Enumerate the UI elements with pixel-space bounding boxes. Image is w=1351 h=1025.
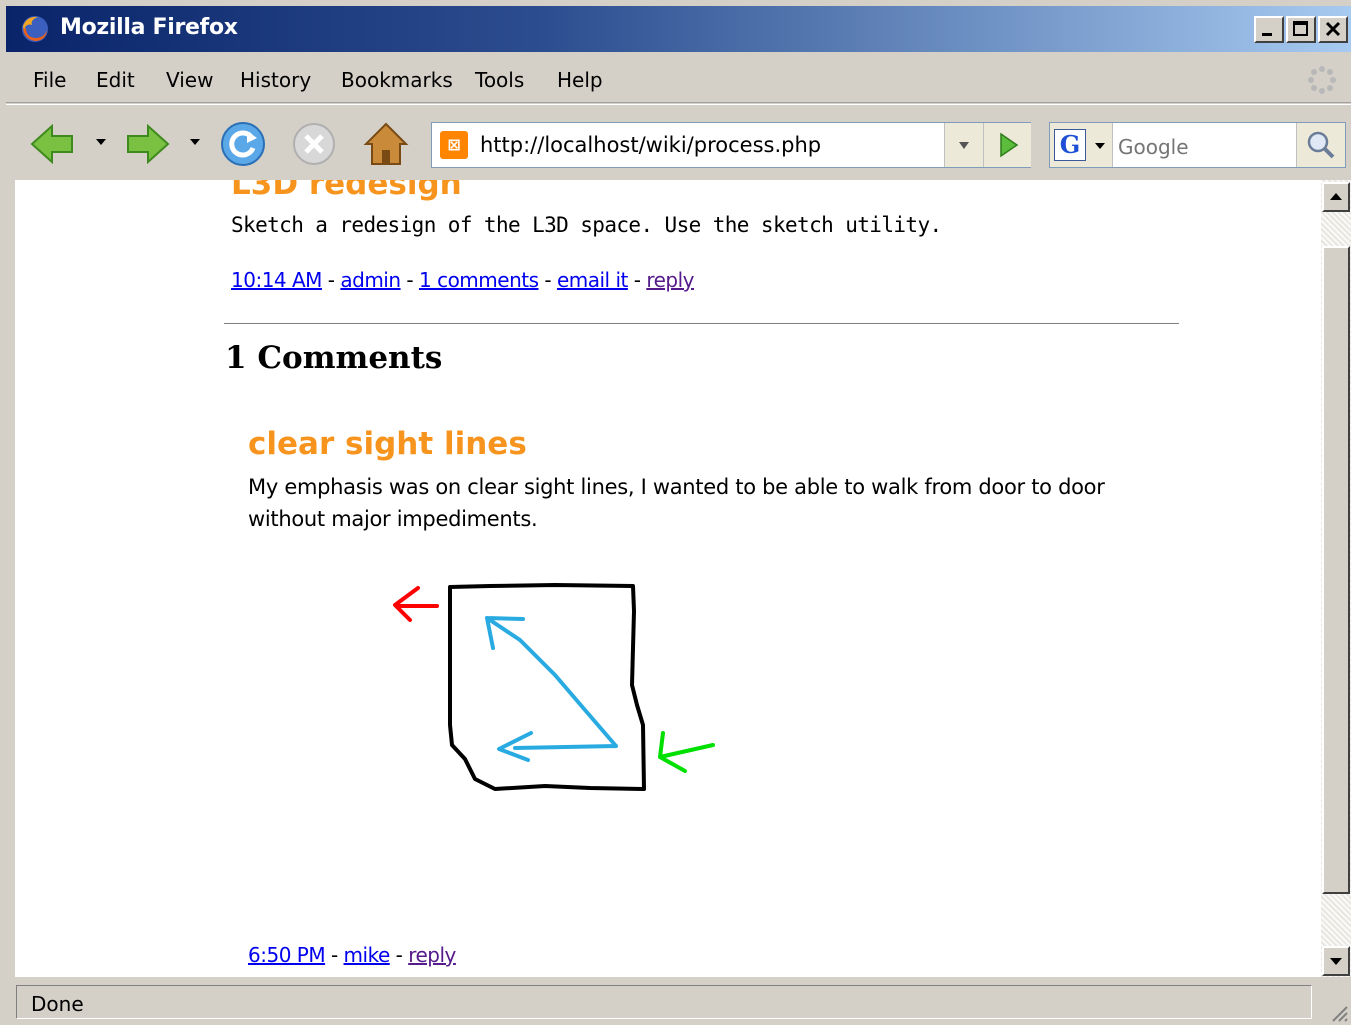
dropdown-arrow-icon (959, 142, 969, 149)
address-bar[interactable]: ⊠ http://localhost/wiki/process.php (431, 122, 1031, 168)
back-arrow-icon (30, 123, 73, 165)
menu-bar: File Edit View History Bookmarks Tools H… (6, 55, 1351, 103)
search-box[interactable]: G (1049, 122, 1346, 168)
post-title: L3D redesign (231, 180, 462, 202)
menu-edit[interactable]: Edit (96, 68, 135, 92)
close-icon (1325, 21, 1341, 37)
stop-button[interactable] (288, 118, 340, 170)
status-bar: Done (6, 980, 1351, 1025)
post-meta: 10:14 AM - admin - 1 comments - email it… (231, 268, 694, 292)
maximize-button[interactable] (1286, 16, 1316, 43)
go-arrow-icon (1000, 132, 1019, 158)
post-comments-link[interactable]: 1 comments (419, 268, 539, 292)
scroll-up-button[interactable] (1322, 182, 1350, 212)
menu-tools[interactable]: Tools (475, 68, 524, 92)
meta-separator: - (406, 268, 414, 292)
go-button[interactable] (983, 123, 1031, 167)
comment-meta: 6:50 PM - mike - reply (248, 943, 456, 967)
post-author-link[interactable]: admin (340, 268, 401, 292)
minimize-button[interactable] (1254, 16, 1284, 43)
google-logo-icon: G (1054, 129, 1086, 161)
post-email-link[interactable]: email it (557, 268, 628, 292)
scroll-down-button[interactable] (1322, 946, 1350, 976)
section-divider (224, 323, 1179, 324)
status-panel: Done (16, 985, 1312, 1019)
forward-history-dropdown[interactable] (190, 139, 200, 145)
menu-history[interactable]: History (240, 68, 311, 92)
meta-separator: - (544, 268, 552, 292)
search-input[interactable] (1118, 135, 1288, 159)
browser-window: Mozilla Firefox File Edit View History B… (0, 0, 1351, 1025)
sketch-sightline-arrow (485, 616, 618, 762)
magnifier-icon (1307, 131, 1335, 159)
scroll-down-arrow-icon (1330, 958, 1342, 965)
status-text: Done (31, 992, 84, 1016)
menu-file[interactable]: File (33, 68, 66, 92)
sketch-red-door-arrow (393, 586, 439, 622)
home-button[interactable] (360, 118, 412, 170)
title-bar: Mozilla Firefox (6, 6, 1351, 52)
search-button[interactable] (1296, 123, 1345, 167)
comment-title: clear sight lines (248, 426, 527, 462)
resize-grip-icon[interactable] (1327, 1001, 1349, 1023)
throbber-icon (1308, 66, 1336, 94)
forward-button[interactable] (122, 118, 174, 170)
meta-separator: - (327, 268, 335, 292)
window-title: Mozilla Firefox (60, 15, 238, 40)
post-body: Sketch a redesign of the L3D space. Use … (231, 213, 942, 237)
comment-time-link[interactable]: 6:50 PM (248, 943, 326, 967)
engine-dropdown-icon (1095, 143, 1105, 149)
comment-body: My emphasis was on clear sight lines, I … (248, 475, 1105, 531)
menu-bookmarks[interactable]: Bookmarks (341, 68, 453, 92)
meta-separator: - (395, 943, 403, 967)
minimize-icon (1262, 33, 1272, 36)
url-text: http://localhost/wiki/process.php (480, 133, 822, 157)
comment-author-link[interactable]: mike (344, 943, 391, 967)
maximize-icon (1293, 21, 1308, 36)
vertical-scrollbar[interactable] (1321, 180, 1351, 977)
meta-separator: - (633, 268, 641, 292)
sketch-green-door-arrow (658, 731, 715, 773)
reload-button[interactable] (217, 118, 269, 170)
navigation-toolbar: ⊠ http://localhost/wiki/process.php G (6, 104, 1351, 180)
back-history-dropdown[interactable] (96, 139, 106, 145)
post-time-link[interactable]: 10:14 AM (231, 268, 322, 292)
close-button[interactable] (1318, 16, 1348, 43)
page-content: L3D redesign Sketch a redesign of the L3… (15, 180, 1321, 977)
firefox-logo-icon (22, 16, 48, 42)
meta-separator: - (330, 943, 338, 967)
back-button[interactable] (26, 118, 78, 170)
search-engine-selector[interactable]: G (1050, 123, 1113, 167)
forward-arrow-icon (127, 123, 170, 165)
post-reply-link[interactable]: reply (646, 268, 694, 292)
comment-reply-link[interactable]: reply (408, 943, 456, 967)
comments-heading: 1 Comments (225, 340, 443, 376)
sketch-drawing (393, 583, 715, 791)
site-favicon-icon: ⊠ (440, 131, 468, 159)
menu-help[interactable]: Help (557, 68, 603, 92)
url-dropdown-button[interactable] (944, 123, 983, 167)
scroll-thumb[interactable] (1322, 246, 1350, 894)
sketch-room-outline (448, 583, 646, 791)
menu-view[interactable]: View (166, 68, 213, 92)
scroll-up-arrow-icon (1330, 193, 1342, 200)
